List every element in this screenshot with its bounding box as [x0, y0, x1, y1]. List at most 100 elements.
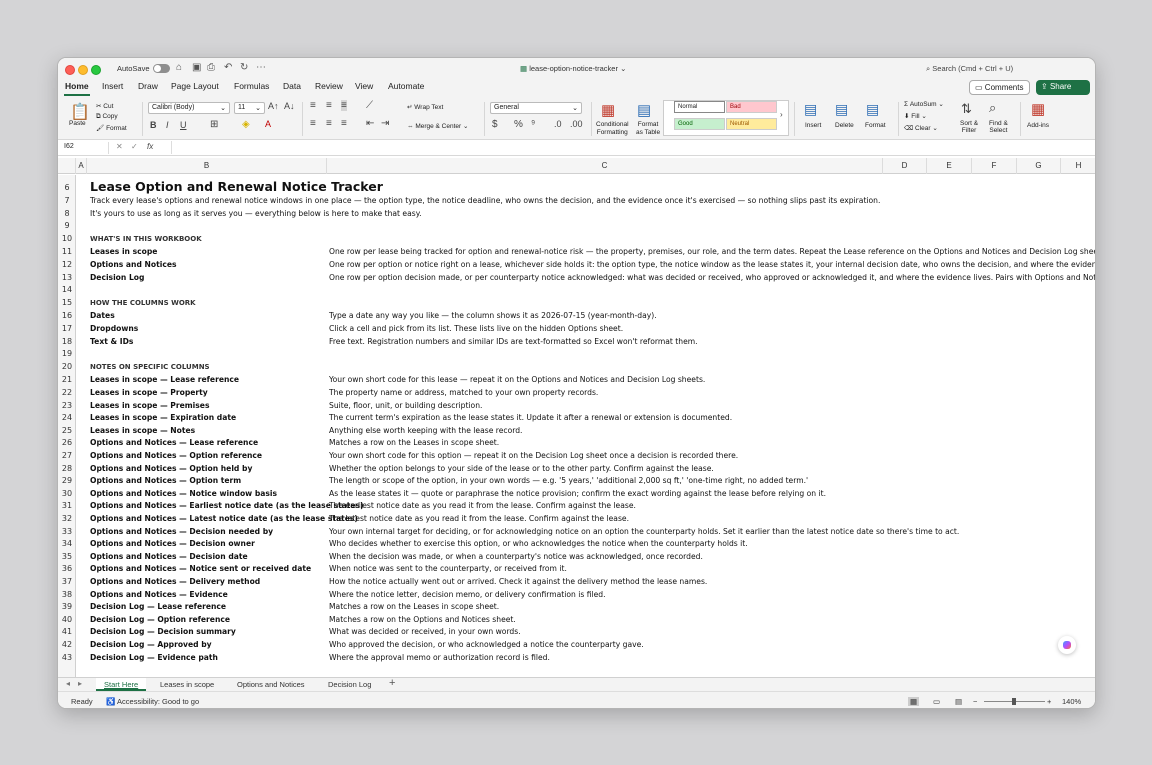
format-cells-icon[interactable]: ▤ [866, 101, 879, 118]
cell-c[interactable]: How the notice actually went out or arri… [329, 577, 707, 586]
column-header[interactable]: H [1061, 158, 1095, 174]
row-number[interactable]: 14 [58, 285, 76, 294]
align-middle-icon[interactable]: ≡ [326, 100, 332, 111]
column-header[interactable]: B [87, 158, 327, 174]
cell-b[interactable]: Options and Notices — Evidence [90, 590, 228, 599]
sort-filter-icon[interactable]: ⇅ [961, 101, 972, 117]
row-number[interactable]: 16 [58, 311, 76, 320]
row-number[interactable]: 39 [58, 602, 76, 611]
close-window-button[interactable] [65, 65, 75, 75]
cell-b[interactable]: Dropdowns [90, 324, 138, 333]
font-color-icon[interactable]: A [265, 119, 271, 129]
cell-c[interactable]: Type a date any way you like — the colum… [329, 311, 657, 320]
column-header[interactable]: E [927, 158, 972, 174]
row-number[interactable]: 23 [58, 401, 76, 410]
cell-c[interactable]: Anything else worth keeping with the lea… [329, 426, 522, 435]
zoom-in-icon[interactable]: + [1047, 697, 1051, 706]
zoom-level[interactable]: 140% [1062, 697, 1081, 706]
row-number[interactable]: 36 [58, 564, 76, 573]
row-number[interactable]: 27 [58, 451, 76, 460]
row-number[interactable]: 28 [58, 464, 76, 473]
cell-b[interactable]: Leases in scope — Property [90, 388, 208, 397]
scroll-right-icon[interactable]: ▸ [78, 679, 82, 688]
sheet-tab-leases-in-scope[interactable]: Leases in scope [152, 678, 222, 691]
cell-c[interactable]: One row per lease being tracked for opti… [329, 247, 1095, 256]
format-painter-button[interactable]: 🖌 Format [96, 124, 127, 132]
cell-c[interactable]: Where the notice letter, decision memo, … [329, 590, 606, 599]
cut-button[interactable]: ✂ Cut [96, 102, 113, 110]
minimize-window-button[interactable] [78, 65, 88, 75]
more-icon[interactable]: ⋯ [256, 62, 266, 73]
fill-button[interactable]: ⬇ Fill ⌄ [904, 112, 927, 120]
page-layout-view-icon[interactable]: ▭ [933, 697, 940, 706]
cell-b[interactable]: Track every lease's options and renewal … [90, 196, 880, 205]
align-center-icon[interactable]: ≡ [326, 118, 332, 129]
cell-c[interactable]: Matches a row on the Leases in scope she… [329, 438, 499, 447]
tab-insert[interactable]: Insert [101, 81, 124, 94]
redo-icon[interactable]: ↻ [240, 62, 248, 73]
row-number[interactable]: 32 [58, 514, 76, 523]
accessibility-status[interactable]: ♿ Accessibility: Good to go [106, 697, 199, 706]
cell-c[interactable]: Whether the option belongs to your side … [329, 464, 714, 473]
copilot-icon[interactable] [1058, 636, 1076, 654]
increase-font-icon[interactable]: A↑ [268, 101, 279, 111]
format-as-table-button[interactable]: Format as Table [636, 121, 660, 137]
style-bad[interactable]: Bad [726, 101, 777, 113]
tab-data[interactable]: Data [282, 81, 302, 94]
add-sheet-icon[interactable]: + [389, 677, 395, 689]
number-format-select[interactable]: General ⌄ [490, 102, 582, 114]
currency-icon[interactable]: $ [492, 119, 498, 130]
row-number[interactable]: 18 [58, 337, 76, 346]
cell-c[interactable]: The length or scope of the option, in yo… [329, 476, 808, 485]
style-good[interactable]: Good [674, 118, 725, 130]
row-number[interactable]: 37 [58, 577, 76, 586]
column-header[interactable]: G [1017, 158, 1061, 174]
cancel-icon[interactable]: ✕ [116, 142, 123, 151]
conditional-formatting-button[interactable]: Conditional Formatting [596, 121, 629, 137]
cell-c[interactable]: Matches a row on the Options and Notices… [329, 615, 516, 624]
autosum-button[interactable]: Σ AutoSum ⌄ [904, 100, 944, 108]
home-icon[interactable]: ⌂ [176, 62, 182, 73]
tab-automate[interactable]: Automate [387, 81, 425, 94]
underline-icon[interactable]: U [180, 120, 187, 130]
delete-cells-label[interactable]: Delete [835, 122, 854, 129]
cell-b[interactable]: Leases in scope — Premises [90, 401, 209, 410]
row-number[interactable]: 30 [58, 489, 76, 498]
cell-b[interactable]: Options and Notices — Decision owner [90, 539, 255, 548]
row-number[interactable]: 8 [58, 209, 76, 218]
tab-home[interactable]: Home [64, 81, 90, 96]
cell-b[interactable]: Options and Notices — Notice sent or rec… [90, 564, 311, 573]
row-number[interactable]: 12 [58, 260, 76, 269]
paste-label[interactable]: Paste [69, 120, 86, 127]
cell-c[interactable]: Matches a row on the Leases in scope she… [329, 602, 499, 611]
cell-b[interactable]: Options and Notices — Latest notice date… [90, 514, 358, 523]
name-box[interactable]: I62 [61, 142, 109, 154]
format-cells-label[interactable]: Format [865, 122, 886, 129]
align-bottom-icon[interactable]: ≡ [341, 100, 347, 111]
tab-formulas[interactable]: Formulas [233, 81, 270, 94]
add-ins-icon[interactable]: ▦ [1031, 100, 1045, 118]
add-ins-label[interactable]: Add-ins [1027, 122, 1049, 129]
align-top-icon[interactable]: ≡ [310, 100, 316, 111]
cell-b[interactable]: Leases in scope [90, 247, 157, 256]
cell-c[interactable]: The current term's expiration as the lea… [329, 413, 732, 422]
column-header[interactable]: C [327, 158, 883, 174]
row-number[interactable]: 38 [58, 590, 76, 599]
cell-b[interactable]: Options and Notices — Decision date [90, 552, 248, 561]
undo-icon[interactable]: ↶ [224, 62, 232, 73]
paste-icon[interactable]: 📋 [70, 102, 90, 122]
tab-page-layout[interactable]: Page Layout [170, 81, 220, 94]
row-number[interactable]: 33 [58, 527, 76, 536]
row-number[interactable]: 43 [58, 653, 76, 662]
bold-icon[interactable]: B [150, 120, 157, 130]
cell-b[interactable]: Options and Notices — Lease reference [90, 438, 258, 447]
cell-c[interactable]: What was decided or received, in your ow… [329, 627, 521, 636]
decrease-font-icon[interactable]: A↓ [284, 101, 295, 111]
style-normal[interactable]: Normal [674, 101, 725, 113]
align-right-icon[interactable]: ≡ [341, 118, 347, 129]
font-name-select[interactable]: Calibri (Body) ⌄ [148, 102, 230, 114]
worksheet-grid[interactable]: 6 7 8 9 10 11 12 13 14 15 16 17 18 19 20 21 22 23 24 25 26 27… [58, 175, 1095, 677]
normal-view-icon[interactable]: ▦ [908, 697, 920, 706]
insert-cells-label[interactable]: Insert [805, 122, 821, 129]
row-number[interactable]: 7 [58, 196, 76, 205]
